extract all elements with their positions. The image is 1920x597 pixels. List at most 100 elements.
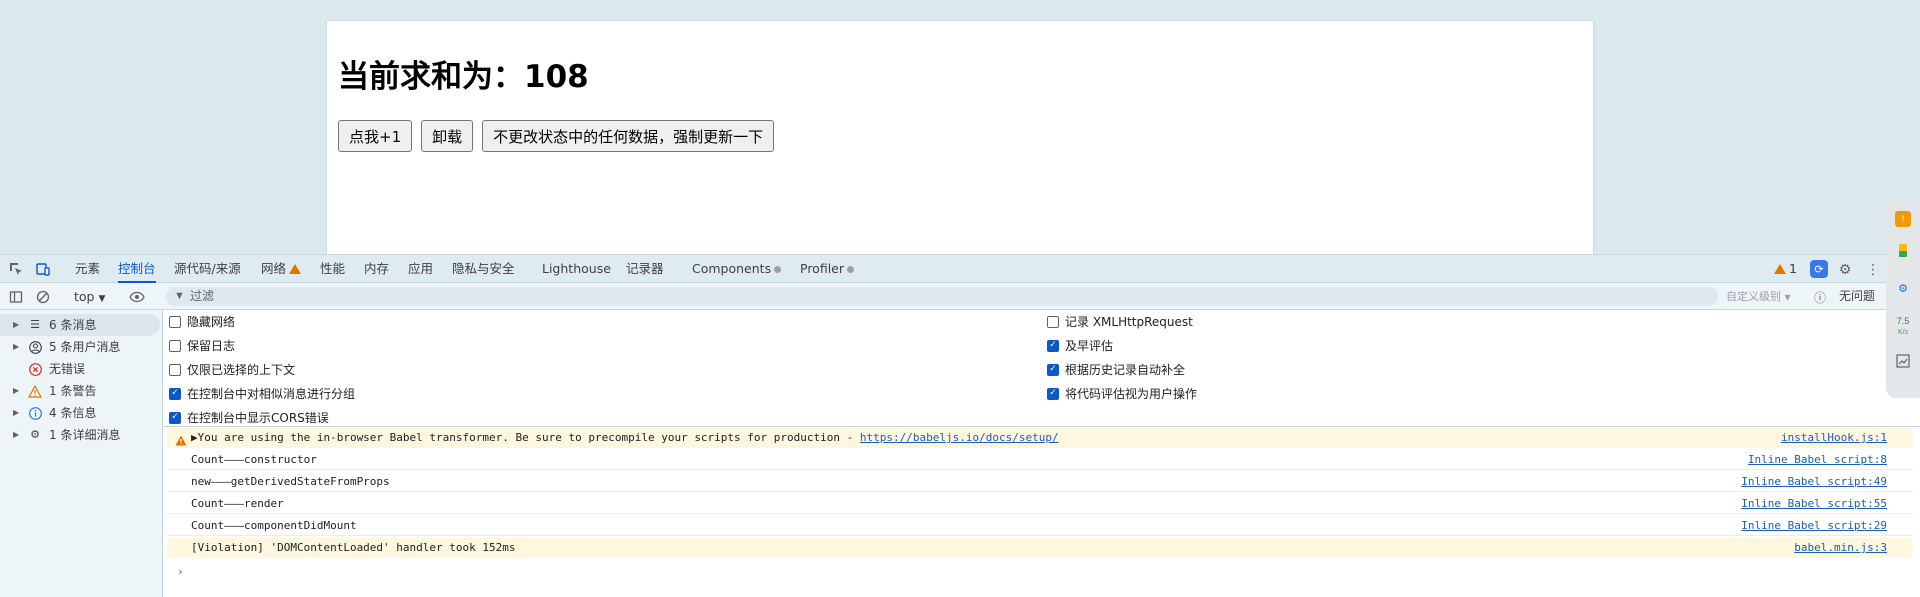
settings-gear-icon[interactable]: ⚙	[1836, 260, 1854, 278]
sidebar-toggle-icon[interactable]	[7, 288, 25, 306]
console-message: Count———componentDidMount	[191, 519, 357, 532]
filter-input[interactable]: ▼ 过滤	[166, 287, 1718, 306]
source-link[interactable]: Inline Babel script:49	[1741, 472, 1887, 492]
babel-docs-link[interactable]: https://babeljs.io/docs/setup/	[860, 431, 1059, 444]
tab-components[interactable]: Components	[692, 255, 782, 283]
setting-label: 仅限已选择的上下文	[187, 363, 296, 377]
console-warning-row[interactable]: ▶You are using the in-browser Babel tran…	[167, 428, 1913, 448]
sidebar-item-info[interactable]: ▶ 4 条信息	[0, 402, 160, 424]
force-update-button[interactable]: 不更改状态中的任何数据，强制更新一下	[482, 120, 775, 152]
tab-network[interactable]: 网络	[261, 255, 302, 283]
sidebar-item-messages[interactable]: ▶ ☰ 6 条消息	[0, 314, 160, 336]
console-log-row: new———getDerivedStateFromProps Inline Ba…	[167, 472, 1913, 492]
sidebar-item-label: 4 条信息	[49, 406, 97, 420]
live-expression-eye-icon[interactable]	[128, 288, 146, 306]
sidebar-item-user-messages[interactable]: ▶ 5 条用户消息	[0, 336, 160, 358]
checkbox-checked[interactable]: ✓	[1047, 339, 1059, 352]
tab-sources[interactable]: 源代码/来源	[174, 255, 241, 283]
prompt-chevron-icon: ›	[177, 565, 184, 578]
sidebar-item-warnings[interactable]: ▶ 1 条警告	[0, 380, 160, 402]
expand-arrow-icon: ▶	[13, 408, 20, 417]
warning-counter-value: 1	[1789, 261, 1797, 276]
more-menu-icon[interactable]: ⋮	[1864, 260, 1882, 278]
device-toolbar-icon[interactable]	[34, 260, 52, 278]
tab-console[interactable]: 控制台	[118, 255, 156, 283]
expand-arrow-icon: ▶	[13, 342, 20, 351]
sum-heading: 当前求和为：108	[338, 59, 589, 95]
setting-label: 在控制台中显示CORS错误	[187, 411, 329, 425]
issues-label[interactable]: 无问题	[1839, 283, 1875, 310]
info-icon	[28, 406, 42, 420]
notification-badge-icon[interactable]: !	[1895, 211, 1911, 227]
tab-performance[interactable]: 性能	[320, 255, 345, 283]
checkbox-checked[interactable]: ✓	[169, 411, 181, 424]
setting-label: 保留日志	[187, 339, 236, 353]
setting-eager-evaluation[interactable]: ✓ 及早评估	[1047, 337, 1113, 354]
clear-console-icon[interactable]	[34, 288, 52, 306]
checkbox[interactable]	[169, 315, 181, 328]
setting-group-similar[interactable]: ✓ 在控制台中对相似消息进行分组	[169, 385, 355, 402]
checkbox-checked[interactable]: ✓	[1047, 363, 1059, 376]
setting-hide-network[interactable]: 隐藏网络	[169, 313, 235, 330]
components-dot-icon	[774, 266, 782, 273]
checkbox[interactable]	[169, 363, 181, 376]
battery-icon[interactable]	[1895, 242, 1911, 258]
warning-counter[interactable]: 1	[1771, 255, 1797, 283]
shield-icon[interactable]: ⚙	[1895, 280, 1911, 296]
tab-network-label: 网络	[261, 261, 287, 276]
tab-components-label: Components	[692, 261, 772, 276]
tab-elements[interactable]: 元素	[75, 255, 100, 283]
console-toolbar: top ▼ ▼ 过滤 自定义级别 ▼ ⓘ 无问题	[0, 283, 1920, 310]
expand-arrow-icon: ▶	[13, 430, 20, 439]
sidebar-item-verbose[interactable]: ▶ ⚙ 1 条详细消息	[0, 424, 160, 446]
log-level-select[interactable]: 自定义级别 ▼	[1726, 283, 1791, 310]
checkbox-checked[interactable]: ✓	[169, 387, 181, 400]
checkbox[interactable]	[169, 339, 181, 352]
checkbox-checked[interactable]: ✓	[1047, 387, 1059, 400]
source-link[interactable]: installHook.js:1	[1781, 428, 1887, 448]
tab-application[interactable]: 应用	[408, 255, 433, 283]
console-sidebar: ▶ ☰ 6 条消息 ▶ 5 条用户消息 无错误 ▶ 1 条警告 ▶ 4 条信息 …	[0, 310, 163, 597]
chart-icon[interactable]	[1895, 353, 1911, 369]
page-content: 当前求和为：108 点我+1 卸载 不更改状态中的任何数据，强制更新一下	[326, 20, 1594, 254]
tab-recorder[interactable]: 记录器	[626, 255, 664, 283]
console-log-row: Count———constructor Inline Babel script:…	[167, 450, 1913, 470]
console-log-row: Count———render Inline Babel script:55	[167, 494, 1913, 514]
button-group: 点我+1 卸载 不更改状态中的任何数据，强制更新一下	[338, 120, 775, 152]
setting-label: 记录 XMLHttpRequest	[1065, 315, 1193, 329]
sidebar-item-errors[interactable]: 无错误	[0, 358, 160, 380]
console-message: ▶You are using the in-browser Babel tran…	[191, 428, 1059, 448]
setting-log-xhr[interactable]: 记录 XMLHttpRequest	[1047, 313, 1193, 330]
setting-selected-context-only[interactable]: 仅限已选择的上下文	[169, 361, 295, 378]
expand-arrow-icon: ▶	[13, 386, 20, 395]
source-link[interactable]: Inline Babel script:29	[1741, 516, 1887, 536]
setting-show-cors-errors[interactable]: ✓ 在控制台中显示CORS错误	[169, 409, 329, 426]
info-circle-icon[interactable]: ⓘ	[1811, 288, 1829, 306]
user-icon	[28, 340, 42, 354]
source-link[interactable]: babel.min.js:3	[1794, 538, 1887, 558]
extension-sync-icon[interactable]: ⟳	[1810, 260, 1828, 278]
filter-placeholder: 过滤	[190, 289, 215, 303]
bug-icon: ⚙	[30, 428, 40, 441]
unmount-button[interactable]: 卸载	[421, 120, 474, 152]
sidebar-item-label: 6 条消息	[49, 318, 97, 332]
source-link[interactable]: Inline Babel script:55	[1741, 494, 1887, 514]
level-chevron-icon: ▼	[1784, 293, 1791, 302]
setting-preserve-log[interactable]: 保留日志	[169, 337, 235, 354]
warning-icon	[28, 384, 42, 398]
console-prompt[interactable]: ›	[167, 562, 1913, 582]
setting-autocomplete-history[interactable]: ✓ 根据历史记录自动补全	[1047, 361, 1185, 378]
context-select[interactable]: top ▼	[74, 283, 105, 310]
tab-memory[interactable]: 内存	[364, 255, 389, 283]
increment-button[interactable]: 点我+1	[338, 120, 413, 152]
expand-arrow-icon: ▶	[13, 320, 20, 329]
tab-privacy-security[interactable]: 隐私与安全	[452, 255, 515, 283]
setting-user-activation-eval[interactable]: ✓ 将代码评估视为用户操作	[1047, 385, 1197, 402]
setting-label: 隐藏网络	[187, 315, 236, 329]
inspect-element-icon[interactable]	[7, 260, 25, 278]
console-message: Count———constructor	[191, 453, 317, 466]
tab-lighthouse[interactable]: Lighthouse	[542, 255, 611, 283]
tab-profiler[interactable]: Profiler	[800, 255, 855, 283]
source-link[interactable]: Inline Babel script:8	[1748, 450, 1887, 470]
checkbox[interactable]	[1047, 315, 1059, 328]
